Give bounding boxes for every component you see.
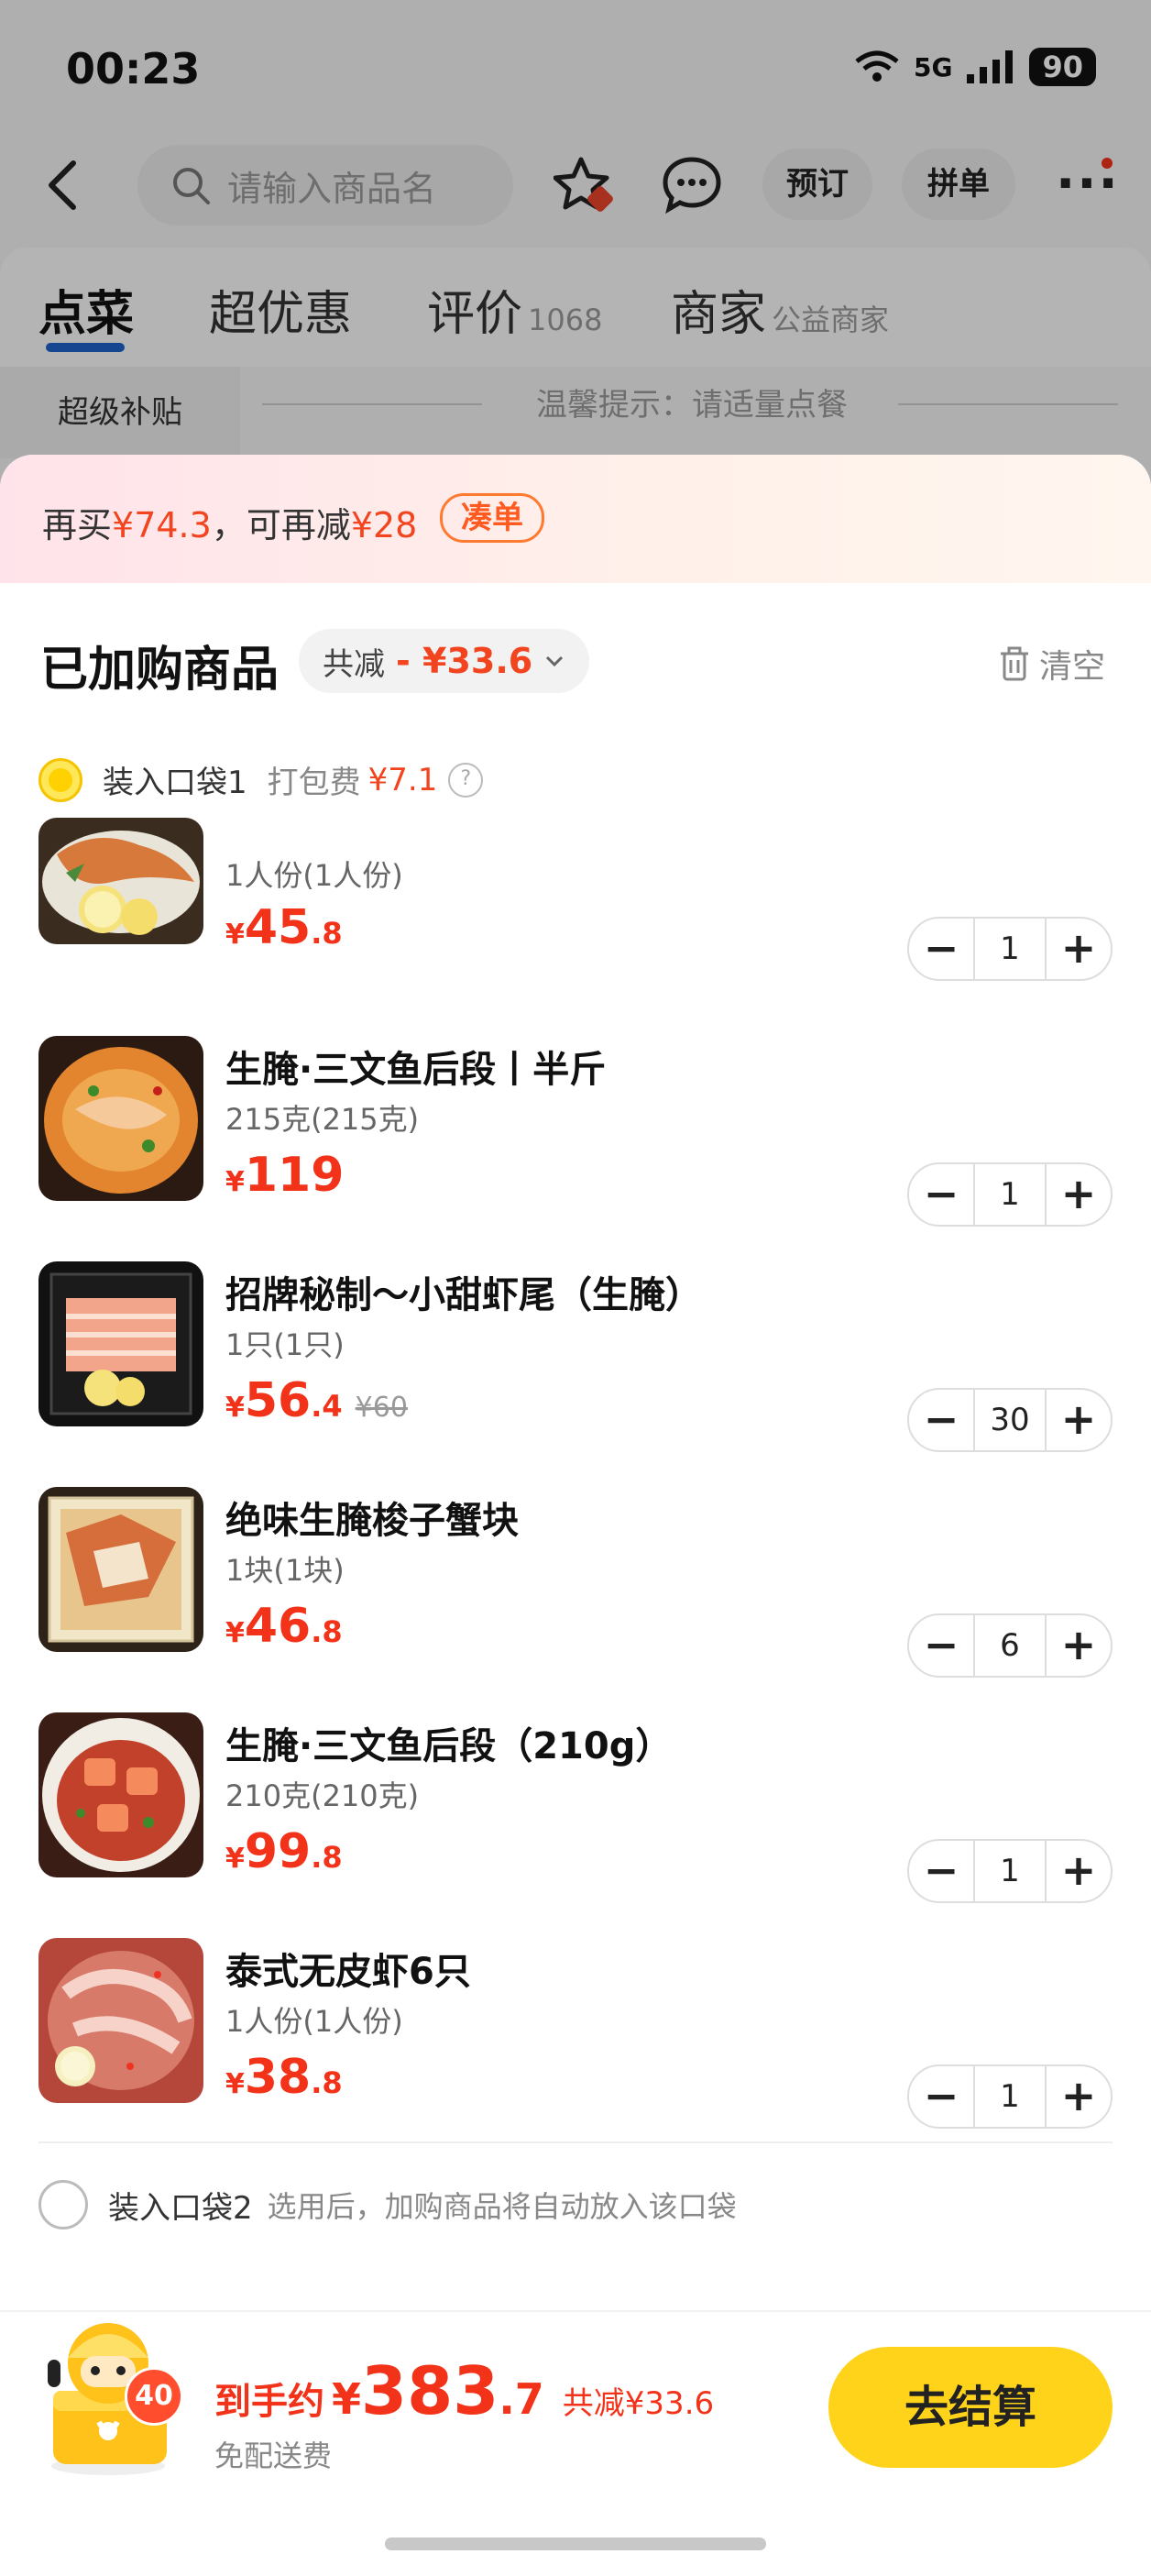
item-price: ¥56.4 ¥60 [225,1373,408,1428]
dish-image[interactable] [38,1487,203,1652]
total-label: 到手约 [214,2381,324,2423]
item-name: 生腌·三文鱼后段（210g） [225,1725,673,1767]
cart-item: 泰式无皮虾6只 1人份(1人份) ¥38.8 − 1 + [0,1938,1151,2163]
item-name: 生腌·三文鱼后段丨半斤 [225,1049,607,1091]
cart-title: 已加购商品 [40,643,280,698]
quantity-value: 1 [973,919,1047,979]
discount-label: 共减 [323,645,385,683]
chevron-down-icon [546,655,564,667]
increase-button[interactable]: + [1047,1841,1111,1901]
item-spec: 215克(215克) [225,1102,420,1137]
decrease-button[interactable]: − [909,1841,973,1901]
quantity-stepper: − 30 + [907,1388,1113,1452]
decrease-button[interactable]: − [909,1615,973,1676]
bag1-label: 装入口袋1 [103,765,247,801]
quantity-value: 6 [973,1615,1047,1676]
increase-button[interactable]: + [1047,1164,1111,1225]
dish-image[interactable] [38,1938,203,2103]
quantity-stepper: − 1 + [907,1839,1113,1903]
cart-item: 绝味生腌梭子蟹块 1块(1块) ¥46.8 − 6 + [0,1487,1151,1712]
clear-label: 清空 [1038,648,1105,686]
trash-icon [1000,646,1028,681]
bag2-radio[interactable] [38,2180,88,2229]
checkout-button[interactable]: 去结算 [828,2347,1113,2468]
quantity-value: 1 [973,2066,1047,2127]
bag1-radio[interactable] [38,757,82,802]
add-on-button[interactable]: 凑单 [440,493,544,543]
quantity-value: 1 [973,1841,1047,1901]
item-name: 泰式无皮虾6只 [225,1951,471,1993]
quantity-value: 30 [973,1390,1047,1450]
cart-count-badge: 40 [125,2367,183,2426]
promo-banner: 再买¥74.3，可再减¥28 凑单 [0,455,1151,583]
decrease-button[interactable]: − [909,1390,973,1450]
saved-amount: 共减¥33.6 [562,2385,715,2422]
packing-fee-label: 打包费 [267,765,361,801]
item-price: ¥119 [225,1148,345,1203]
quantity-stepper: − 6 + [907,1613,1113,1678]
discount-amount: - ¥33.6 [396,641,533,681]
item-price: ¥99.8 [225,1824,343,1879]
discount-summary-button[interactable]: 共减 - ¥33.6 [299,629,590,693]
item-spec: 1只(1只) [225,1327,345,1362]
decrease-button[interactable]: − [909,2066,973,2127]
bag1-row[interactable]: 装入口袋1 打包费 ¥7.1 ? [38,757,484,802]
dish-image[interactable] [38,1712,203,1877]
divider [38,2141,1113,2143]
packing-fee: ¥7.1 [367,761,438,798]
dish-image[interactable] [38,1036,203,1201]
increase-button[interactable]: + [1047,2066,1111,2127]
bag2-label: 装入口袋2 [108,2189,253,2227]
bag2-row[interactable]: 装入口袋2 选用后，加购商品将自动放入该口袋 [38,2180,737,2229]
item-spec: 1人份(1人份) [225,2004,403,2039]
item-price: ¥38.8 [225,2050,343,2105]
item-spec: 210克(210克) [225,1778,420,1813]
item-name: 招牌秘制～小甜虾尾（生腌） [225,1274,702,1316]
help-icon[interactable]: ? [448,762,484,798]
cart-item: 生腌·三文鱼后段丨半斤 215克(215克) ¥119 − 1 + [0,1036,1151,1261]
item-price: ¥46.8 [225,1599,343,1654]
increase-button[interactable]: + [1047,1390,1111,1450]
cart-item: 生腌·三文鱼后段（210g） 210克(210克) ¥99.8 − 1 + [0,1712,1151,1938]
decrease-button[interactable]: − [909,919,973,979]
delivery-fee: 免配送费 [214,2438,333,2473]
quantity-stepper: − 1 + [907,917,1113,981]
cart-item: 招牌秘制～小甜虾尾（生腌） 1只(1只) ¥56.4 ¥60 − 30 + [0,1261,1151,1487]
total-price: 到手约 ¥383.7 共减¥33.6 [214,2352,715,2429]
item-spec: 1块(1块) [225,1553,345,1588]
decrease-button[interactable]: − [909,1164,973,1225]
quantity-stepper: − 1 + [907,2064,1113,2129]
clear-cart-button[interactable]: 清空 [999,640,1105,688]
dish-image[interactable] [38,818,203,944]
dish-image[interactable] [38,1261,203,1426]
increase-button[interactable]: + [1047,1615,1111,1676]
promo-text: 再买¥74.3，可再减¥28 [42,505,418,545]
item-name: 绝味生腌梭子蟹块 [225,1500,519,1542]
cart-sheet: 再买¥74.3，可再减¥28 凑单 已加购商品 共减 - ¥33.6 清空 装入… [0,455,1151,2574]
item-spec: 1人份(1人份) [225,858,403,893]
quantity-stepper: − 1 + [907,1162,1113,1227]
home-indicator[interactable] [385,2537,766,2550]
quantity-value: 1 [973,1164,1047,1225]
item-price: ¥45.8 [225,900,343,955]
increase-button[interactable]: + [1047,919,1111,979]
bag2-hint: 选用后，加购商品将自动放入该口袋 [267,2189,737,2224]
